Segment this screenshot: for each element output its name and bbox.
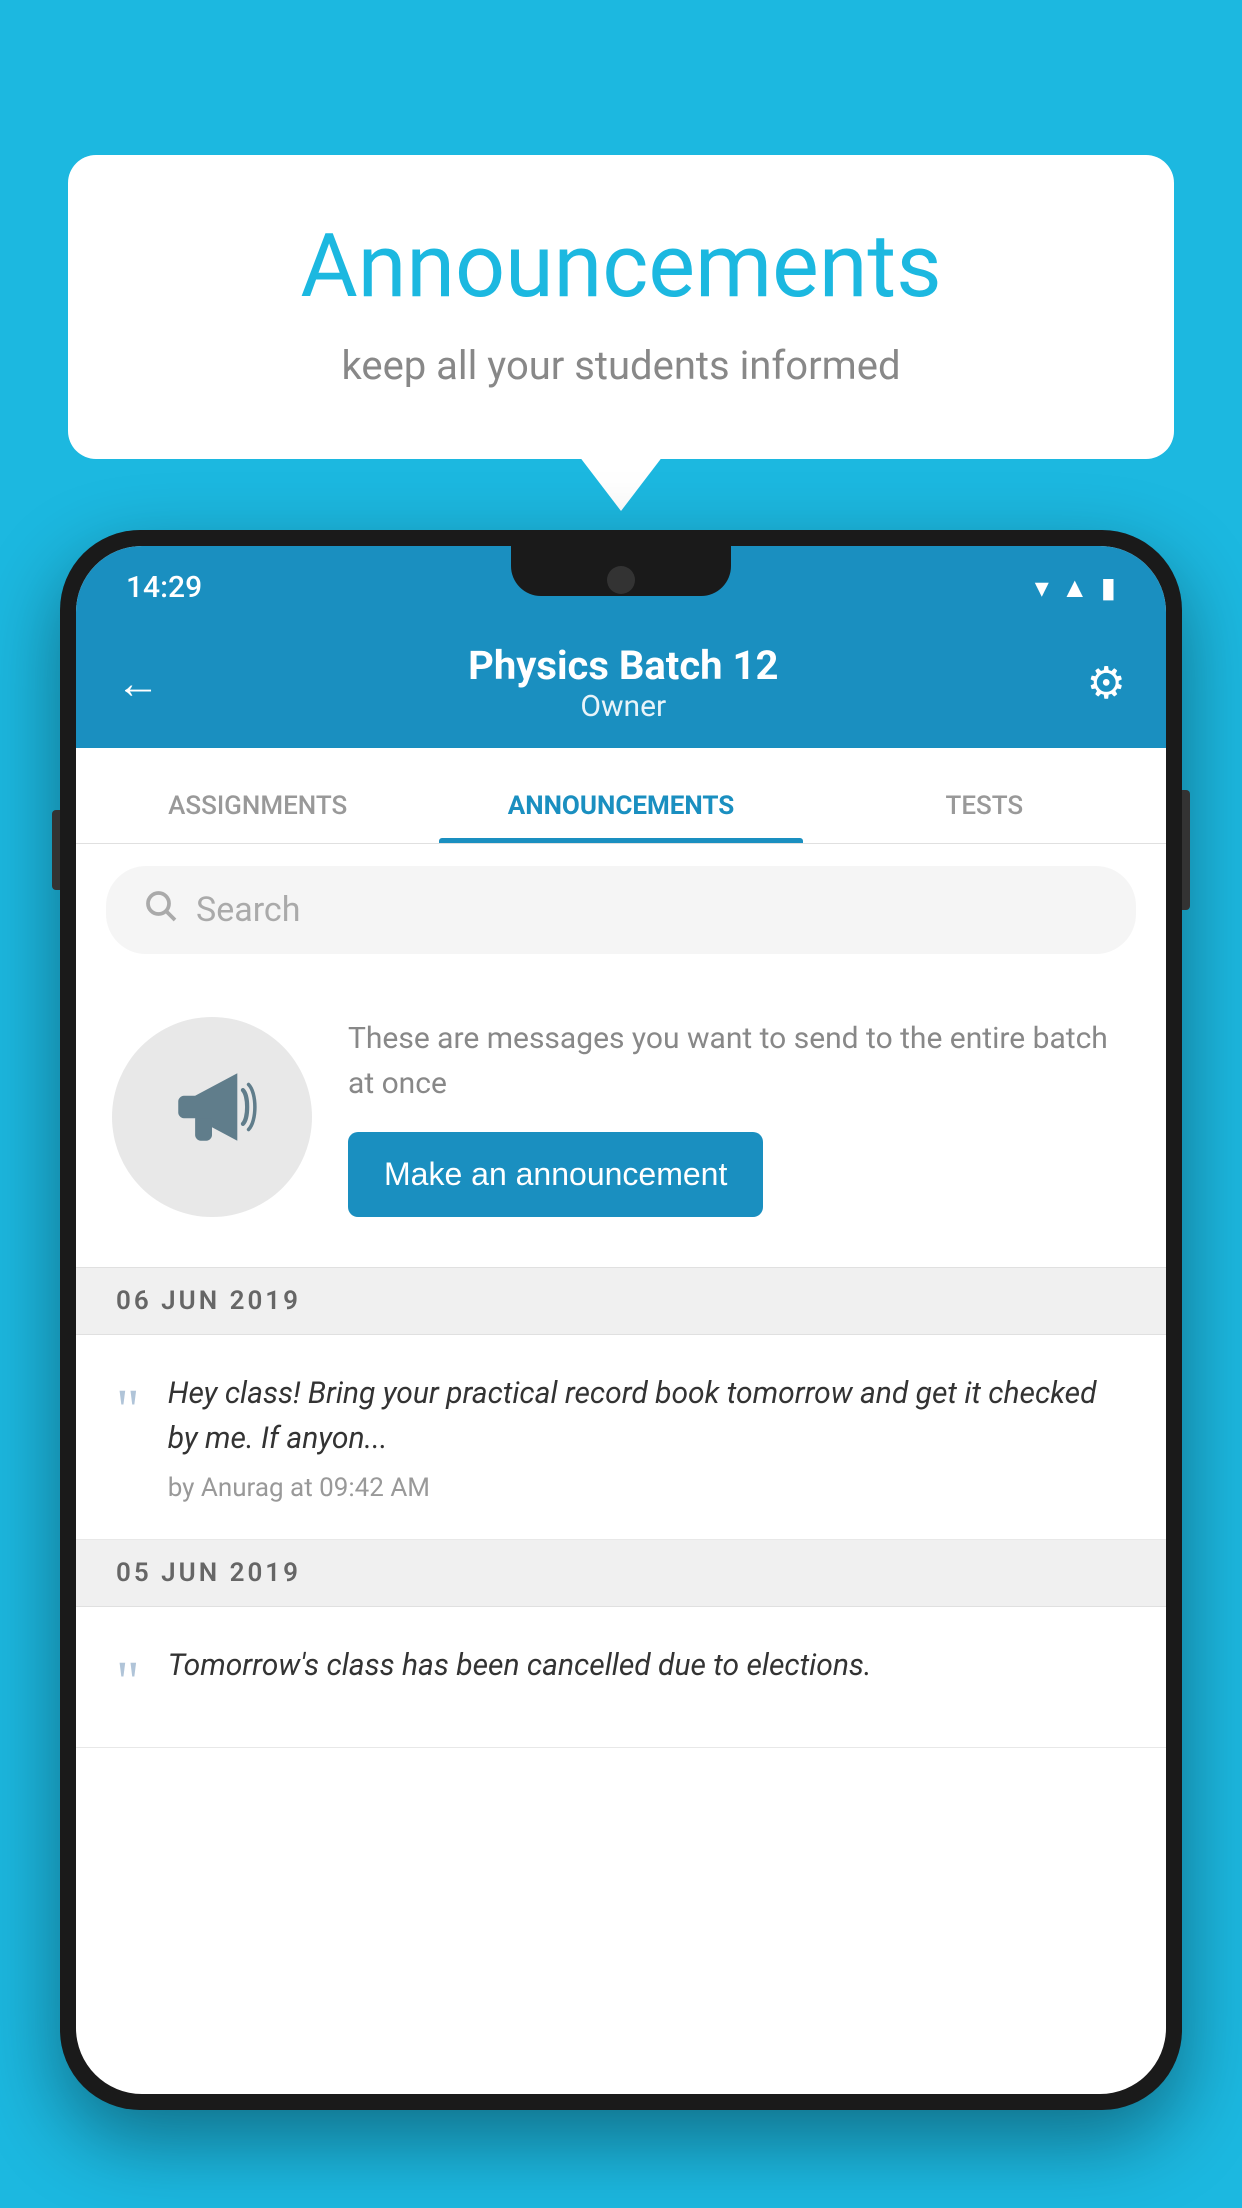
phone-notch: [511, 546, 731, 596]
status-icons: ▾ ▲ ▮: [1035, 571, 1116, 604]
announcement-text-1: Hey class! Bring your practical record b…: [168, 1371, 1126, 1461]
phone-side-btn-right: [1182, 790, 1190, 910]
phone-outer: 14:29 ▾ ▲ ▮ ← Physics Batch 12 Owner ⚙: [60, 530, 1182, 2110]
phone-side-btn-left: [52, 810, 60, 890]
wifi-icon: ▾: [1035, 571, 1049, 604]
promo-content: These are messages you want to send to t…: [348, 1016, 1130, 1217]
phone-wrapper: 14:29 ▾ ▲ ▮ ← Physics Batch 12 Owner ⚙: [60, 530, 1182, 2208]
search-placeholder-text: Search: [196, 890, 300, 930]
back-button[interactable]: ←: [116, 657, 160, 709]
app-bar-title-group: Physics Batch 12 Owner: [468, 642, 778, 724]
make-announcement-button[interactable]: Make an announcement: [348, 1132, 763, 1217]
announcement-meta-1: by Anurag at 09:42 AM: [168, 1473, 1126, 1503]
quote-icon-1: ": [116, 1381, 140, 1439]
settings-button[interactable]: ⚙: [1087, 657, 1126, 709]
promo-text: These are messages you want to send to t…: [348, 1016, 1130, 1106]
announcement-content-2: Tomorrow's class has been cancelled due …: [168, 1643, 1126, 1700]
speech-bubble: Announcements keep all your students inf…: [68, 155, 1174, 459]
announcement-text-2: Tomorrow's class has been cancelled due …: [168, 1643, 1126, 1688]
app-bar-title: Physics Batch 12: [468, 642, 778, 689]
search-bar[interactable]: Search: [106, 866, 1136, 954]
search-container: Search: [76, 844, 1166, 976]
app-bar: ← Physics Batch 12 Owner ⚙: [76, 618, 1166, 748]
speech-bubble-title: Announcements: [148, 215, 1094, 318]
speech-bubble-container: Announcements keep all your students inf…: [68, 155, 1174, 459]
phone-screen: 14:29 ▾ ▲ ▮ ← Physics Batch 12 Owner ⚙: [76, 546, 1166, 2094]
promo-section: These are messages you want to send to t…: [76, 976, 1166, 1268]
search-icon: [142, 887, 178, 933]
tab-tests[interactable]: TESTS: [803, 748, 1166, 843]
megaphone-icon: [167, 1062, 257, 1172]
announcement-content-1: Hey class! Bring your practical record b…: [168, 1371, 1126, 1503]
tab-assignments[interactable]: ASSIGNMENTS: [76, 748, 439, 843]
announcement-item-1[interactable]: " Hey class! Bring your practical record…: [76, 1335, 1166, 1540]
status-time: 14:29: [126, 570, 202, 605]
app-bar-subtitle: Owner: [468, 689, 778, 724]
signal-icon: ▲: [1061, 571, 1089, 604]
phone-camera: [607, 566, 635, 594]
tab-announcements[interactable]: ANNOUNCEMENTS: [439, 748, 802, 843]
announcement-item-2[interactable]: " Tomorrow's class has been cancelled du…: [76, 1607, 1166, 1748]
battery-icon: ▮: [1101, 571, 1116, 604]
date-separator-2: 05 JUN 2019: [76, 1540, 1166, 1607]
speech-bubble-subtitle: keep all your students informed: [148, 342, 1094, 389]
promo-icon-circle: [112, 1017, 312, 1217]
tab-bar: ASSIGNMENTS ANNOUNCEMENTS TESTS: [76, 748, 1166, 844]
date-separator-1: 06 JUN 2019: [76, 1268, 1166, 1335]
quote-icon-2: ": [116, 1653, 140, 1711]
